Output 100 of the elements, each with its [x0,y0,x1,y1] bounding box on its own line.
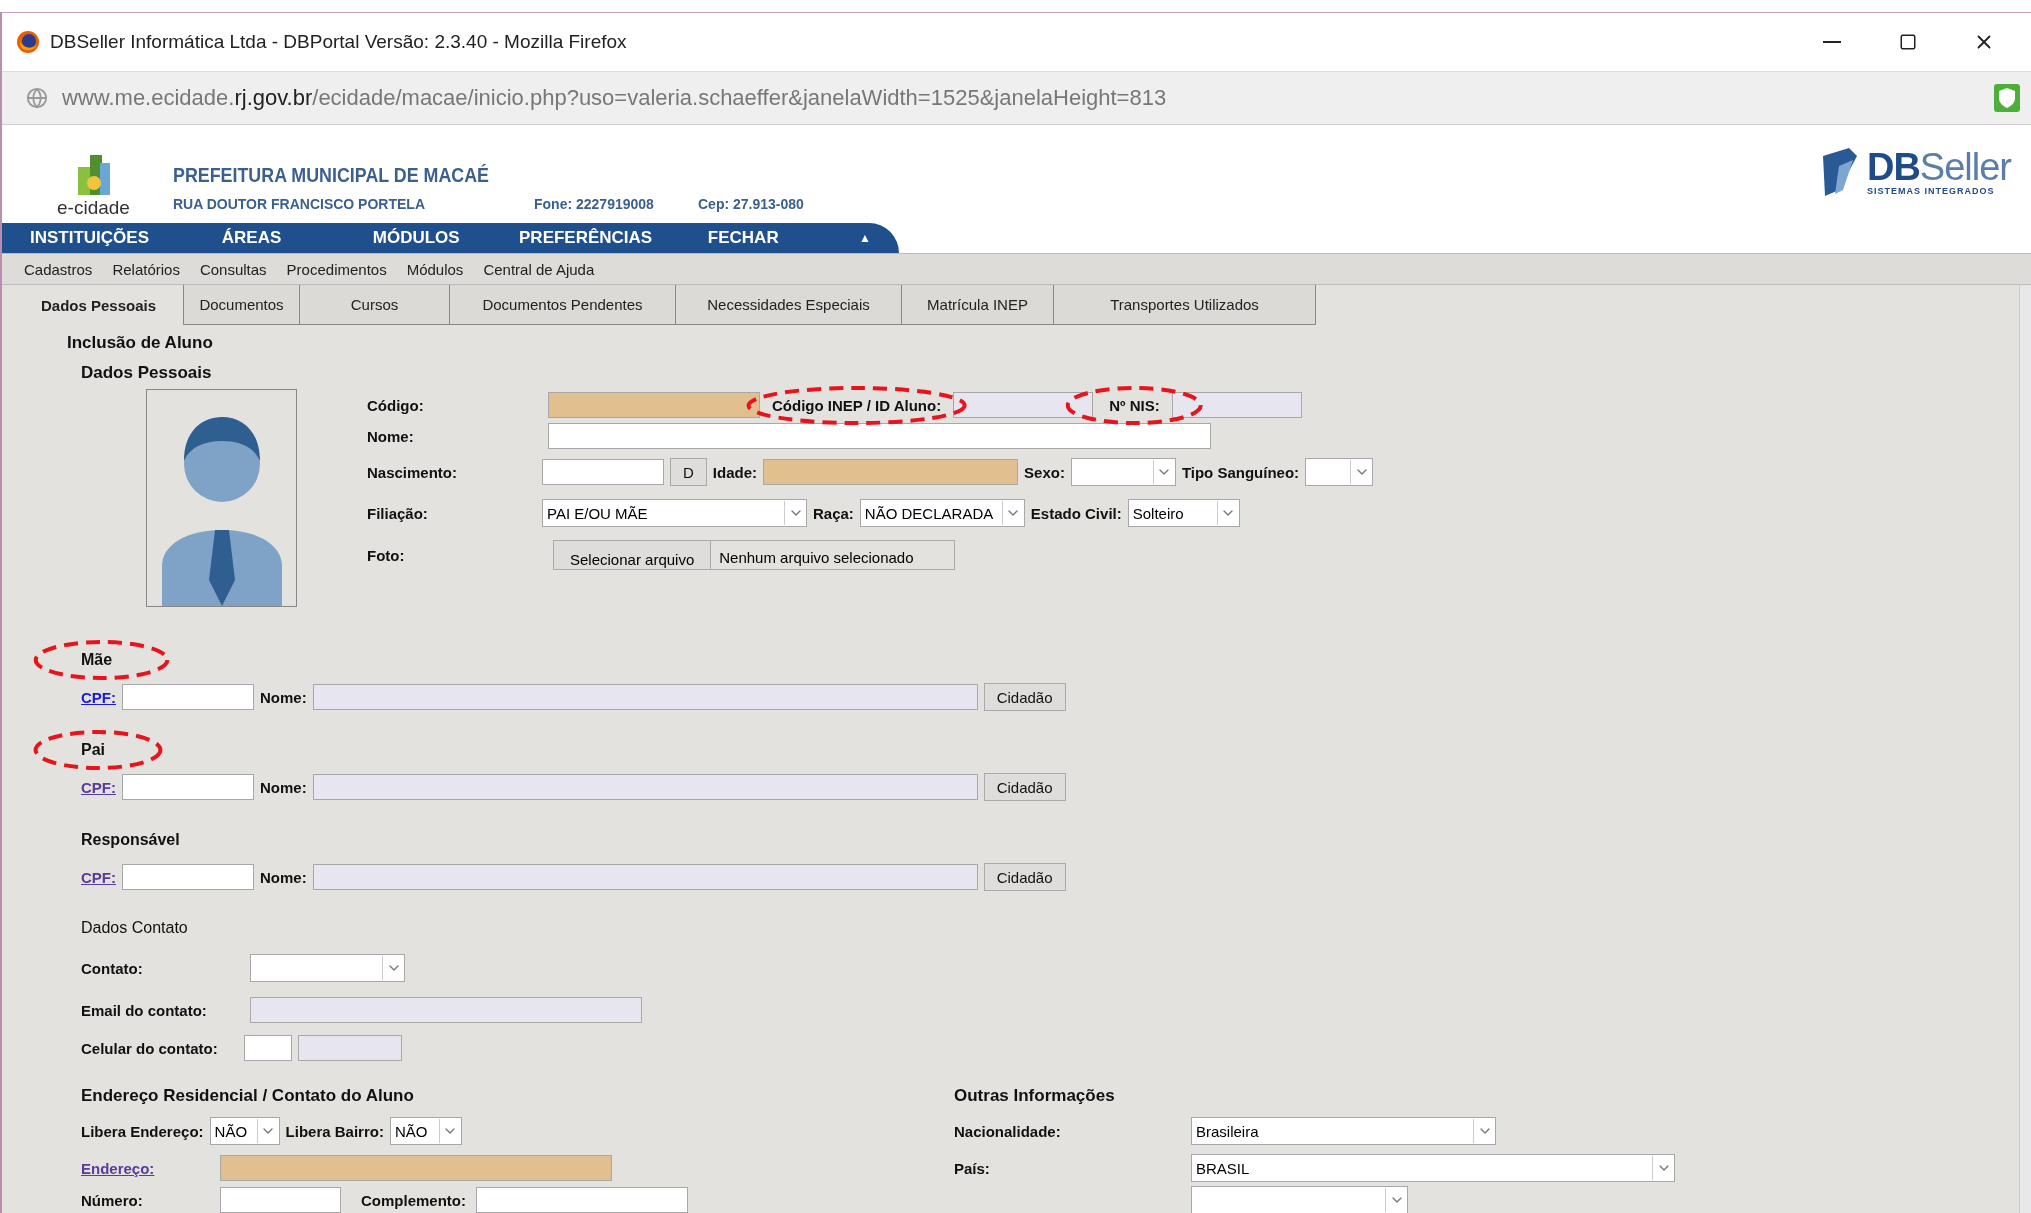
cpf-link[interactable]: CPF: [81,688,116,706]
minimize-icon [1823,41,1841,43]
input-field[interactable] [548,392,760,418]
select-field[interactable] [1191,1186,1408,1213]
select-field[interactable] [1070,458,1176,486]
field-label: Libera Bairro: [285,1122,384,1140]
date-button[interactable]: D [670,458,707,486]
maximize-icon [1899,33,1917,51]
input-field[interactable] [312,774,978,800]
select-field[interactable]: BRASIL [1191,1154,1675,1182]
select-field[interactable]: PAI E/OU MÃE [542,499,807,527]
section-title: Endereço Residencial / Contato do Aluno [81,1086,414,1106]
field-label: Celular do contato: [81,1039,219,1057]
scrollbar[interactable] [2019,285,2031,1213]
input-field[interactable] [476,1187,688,1213]
section-title: Responsável [81,831,180,849]
field-label: Libera Endereço: [81,1122,204,1140]
input-field[interactable] [763,459,1019,485]
brand-tagline: SISTEMAS INTEGRADOS [1866,186,1996,196]
menu-item[interactable]: ÁREAS [221,228,282,247]
section-title: Dados Contato [81,919,188,937]
select-field[interactable]: NÃO DECLARADA [859,499,1025,527]
input-field[interactable] [122,684,254,710]
select-field[interactable] [1305,458,1374,486]
field-label: Foto: [367,546,406,564]
menu-item[interactable]: FECHAR [707,228,779,247]
field-label: Contato: [81,959,144,977]
field-label: Nome: [260,778,307,796]
organization-name: PREFEITURA MUNICIPAL DE MACAÉ [173,163,491,187]
postal-code-text: Cep: 27.913-080 [698,196,804,212]
submenu-item[interactable]: Módulos [406,260,464,278]
brand-name: DBSeller [1866,148,2011,186]
tab[interactable]: Matrícula INEP [902,285,1054,325]
field-label: Tipo Sanguíneo: [1181,463,1300,481]
tab[interactable]: Cursos [300,285,450,325]
input-field[interactable] [122,864,254,890]
submenu-item[interactable]: Cadastros [24,260,93,278]
field-label: Código: [367,396,425,414]
section-title: Dados Pessoais [81,363,213,383]
menu-item[interactable]: PREFERÊNCIAS [519,228,653,247]
input-field[interactable] [220,1155,612,1181]
browser-logo-icon [16,30,40,54]
cpf-link[interactable]: CPF: [81,868,116,886]
street-text: RUA DOUTOR FRANCISCO PORTELA [173,196,426,212]
address-link[interactable]: Endereço: [81,1159,214,1177]
globe-icon [26,87,48,109]
input-field[interactable] [250,997,642,1023]
field-label: Filiação: [367,504,429,522]
field-label: Nacionalidade: [954,1122,1062,1140]
field-label: Email do contato: [81,1001,208,1019]
select-field[interactable]: Solteiro [1127,499,1240,527]
submenu-item[interactable]: Consultas [199,260,267,278]
citizen-button[interactable]: Cidadão [983,863,1066,891]
submenu-item[interactable]: Procedimentos [286,260,387,278]
input-field[interactable] [542,459,664,485]
field-label: Nome: [367,427,415,445]
input-field[interactable] [548,423,1211,449]
logo-text: e-cidade [57,197,130,219]
field-label: Nº NIS: [1109,396,1160,414]
field-label: Complemento: [361,1191,466,1209]
submenu-item[interactable]: Central de Ajuda [483,260,595,278]
field-label: Sexo: [1024,463,1065,481]
field-label: País: [954,1159,991,1177]
tab[interactable]: Transportes Utilizados [1054,285,1316,325]
field-label: Raça: [813,504,854,522]
field-label: Nascimento: [367,463,459,481]
input-field[interactable] [298,1035,402,1061]
field-label: Estado Civil: [1030,504,1122,522]
section-title: Mãe [81,651,113,669]
input-field[interactable] [244,1035,292,1061]
section-title: Outras Informações [954,1086,1115,1106]
section-title: Inclusão de Aluno [67,333,214,353]
field-label: Nome: [260,868,307,886]
collapse-toggle[interactable]: ▲ [853,230,877,246]
phone-text: Fone: 2227919008 [534,196,655,212]
menu-item[interactable]: MÓDULOS [372,228,460,247]
input-field[interactable] [122,774,254,800]
citizen-button[interactable]: Cidadão [983,683,1066,711]
input-field[interactable] [220,1187,341,1213]
field-label: Número: [81,1191,144,1209]
submenu-item[interactable]: Relatórios [112,260,180,278]
select-field[interactable]: Brasileira [1191,1117,1496,1145]
tab[interactable]: Documentos [184,285,300,325]
input-field[interactable] [312,864,978,890]
select-field[interactable]: NÃO [209,1117,280,1145]
tab[interactable]: Necessidades Especiais [676,285,902,325]
field-label: Idade: [712,463,758,481]
select-field[interactable] [250,954,405,982]
menu-item[interactable]: INSTITUIÇÕES [30,228,149,247]
input-field[interactable] [312,684,978,710]
cpf-link[interactable]: CPF: [81,778,116,796]
shield-icon[interactable] [1993,83,2021,113]
select-field[interactable]: NÃO [389,1117,462,1145]
citizen-button[interactable]: Cidadão [983,773,1066,801]
field-label: Nome: [260,688,307,706]
window-title: DBSeller Informática Ltda - DBPortal Versão: 2.3.40 - Mozilla Firefox [50,31,628,53]
section-title: Pai [81,741,105,759]
file-input[interactable]: Selecionar arquivo Nenhum arquivo selecionado [553,540,955,570]
tab[interactable]: Documentos Pendentes [450,285,676,325]
field-label: Código INEP / ID Aluno: [772,396,942,414]
